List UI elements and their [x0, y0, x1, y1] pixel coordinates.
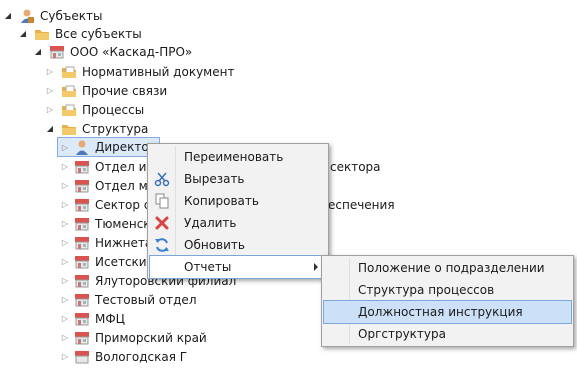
- tree-node-label: Исетский: [95, 254, 155, 269]
- menu-item-copy[interactable]: Копировать: [150, 190, 326, 212]
- folder-doc-icon: [61, 83, 77, 99]
- tree-node-department[interactable]: ▷ МФЦ: [60, 309, 125, 328]
- menu-item-label: Удалить: [184, 216, 237, 230]
- expand-arrow-icon[interactable]: ▷: [45, 86, 55, 96]
- submenu-item-label: Структура процессов: [358, 283, 495, 297]
- building-icon: [74, 178, 90, 194]
- expand-arrow-icon[interactable]: ▷: [60, 295, 70, 305]
- building-icon: [74, 254, 90, 270]
- copy-icon: [154, 193, 170, 209]
- reports-submenu: Положение о подразделении Структура проц…: [321, 255, 574, 347]
- menu-item-refresh[interactable]: Обновить: [150, 234, 326, 256]
- tree-node-label: ООО «Каскад-ПРО»: [70, 44, 193, 59]
- submenu-item-label: Положение о подразделении: [358, 261, 545, 275]
- expand-arrow-icon[interactable]: ▷: [60, 200, 70, 210]
- tree-node-director[interactable]: ▷ Директор: [56, 137, 161, 157]
- tree-node-label: МФЦ: [95, 311, 125, 326]
- building-icon: [74, 159, 90, 175]
- building-icon: [74, 311, 90, 327]
- tree-node-department[interactable]: ▷ Вологодская Г: [60, 347, 187, 366]
- expand-arrow-icon[interactable]: ▷: [45, 105, 55, 115]
- refresh-icon: [154, 237, 170, 253]
- tree-node-label-overflow: сектора: [330, 160, 381, 174]
- scissors-icon: [154, 171, 170, 187]
- tree-node-label: Тестовый отдел: [95, 292, 197, 307]
- submenu-item-process-structure[interactable]: Структура процессов: [324, 279, 571, 301]
- tree-node-department[interactable]: ▷ Нижнетав: [60, 233, 159, 252]
- expand-arrow-icon[interactable]: ▷: [45, 67, 55, 77]
- folder-doc-icon: [61, 102, 77, 118]
- tree-node-label: Процессы: [82, 102, 145, 117]
- tree-node-label: Все субъекты: [55, 26, 142, 41]
- folder-icon: [34, 26, 50, 42]
- tree-node-label: Прочие связи: [82, 83, 168, 98]
- collapse-arrow-icon[interactable]: ◢: [18, 29, 28, 39]
- tree-node-department[interactable]: ▷ Приморский край: [60, 328, 207, 347]
- menu-item-label: Вырезать: [184, 172, 245, 186]
- building-icon: [74, 235, 90, 251]
- expand-arrow-icon[interactable]: ▷: [60, 314, 70, 324]
- person-icon: [74, 139, 90, 155]
- menu-item-label: Переименовать: [184, 150, 284, 164]
- building-icon: [74, 197, 90, 213]
- tree-node-department[interactable]: ▷ Сектор со: [60, 195, 158, 214]
- expand-arrow-icon[interactable]: ▷: [60, 181, 70, 191]
- collapse-arrow-icon[interactable]: ◢: [33, 47, 43, 57]
- submenu-item-label: Оргструктура: [358, 327, 446, 341]
- expand-arrow-icon[interactable]: ▷: [60, 276, 70, 286]
- expand-arrow-icon[interactable]: ▷: [60, 333, 70, 343]
- folder-icon: [61, 121, 77, 137]
- tree-node-label: Нормативный документ: [82, 64, 235, 79]
- tree-node-other-links[interactable]: ▷ Прочие связи: [45, 81, 167, 100]
- expand-arrow-icon[interactable]: ▷: [60, 257, 70, 267]
- collapse-arrow-icon[interactable]: ◢: [3, 11, 13, 21]
- menu-item-reports[interactable]: Отчеты: [149, 255, 327, 279]
- submenu-arrow-icon: [314, 263, 318, 271]
- menu-item-cut[interactable]: Вырезать: [150, 168, 326, 190]
- expand-arrow-icon[interactable]: ▷: [60, 238, 70, 248]
- context-menu: Переименовать Вырезать Копировать Удалит…: [147, 143, 329, 279]
- tree-node-all-subjects[interactable]: ◢ Все субъекты: [18, 24, 142, 43]
- tree-node-label: Субъекты: [40, 8, 103, 23]
- submenu-item-job-description[interactable]: Должностная инструкция: [323, 300, 572, 324]
- tree-node-department[interactable]: ▷ Тюменски: [60, 214, 158, 233]
- tree-node-label: Вологодская Г: [95, 349, 188, 364]
- user-group-icon: [19, 8, 35, 24]
- menu-item-label: Обновить: [184, 238, 245, 252]
- tree-node-label: Приморский край: [95, 330, 207, 345]
- building-icon: [74, 330, 90, 346]
- building-icon: [74, 216, 90, 232]
- building-icon: [74, 292, 90, 308]
- tree-node-normative-doc[interactable]: ▷ Нормативный документ: [45, 62, 235, 81]
- building-icon: [74, 273, 90, 289]
- expand-arrow-icon[interactable]: ▷: [60, 142, 70, 152]
- menu-item-rename[interactable]: Переименовать: [150, 146, 326, 168]
- tree-node-department[interactable]: ▷ Отдел инс: [60, 157, 161, 176]
- tree-node-label: Структура: [82, 121, 149, 136]
- building-icon: [49, 44, 65, 60]
- collapse-arrow-icon[interactable]: ◢: [45, 124, 55, 134]
- submenu-item-label: Должностная инструкция: [358, 305, 523, 319]
- menu-item-label: Копировать: [184, 194, 259, 208]
- tree-node-department[interactable]: ▷ Исетский: [60, 252, 154, 271]
- tree-node-department[interactable]: ▷ Тестовый отдел: [60, 290, 197, 309]
- tree-node-label-overflow: еспечения: [328, 198, 395, 212]
- submenu-item-org-structure[interactable]: Оргструктура: [324, 323, 571, 345]
- submenu-item-unit-regulation[interactable]: Положение о подразделении: [324, 257, 571, 279]
- tree-node-subjects[interactable]: ◢ Субъекты: [3, 6, 102, 25]
- building-icon: [74, 349, 90, 365]
- menu-item-label: Отчеты: [184, 260, 232, 274]
- tree-node-structure[interactable]: ◢ Структура: [45, 119, 148, 138]
- tree-node-processes[interactable]: ▷ Процессы: [45, 100, 144, 119]
- tree-node-organization[interactable]: ◢ ООО «Каскад-ПРО»: [33, 42, 192, 61]
- expand-arrow-icon[interactable]: ▷: [60, 219, 70, 229]
- delete-x-icon: [154, 215, 170, 231]
- folder-doc-icon: [61, 64, 77, 80]
- expand-arrow-icon[interactable]: ▷: [60, 162, 70, 172]
- menu-item-delete[interactable]: Удалить: [150, 212, 326, 234]
- expand-arrow-icon[interactable]: ▷: [60, 352, 70, 362]
